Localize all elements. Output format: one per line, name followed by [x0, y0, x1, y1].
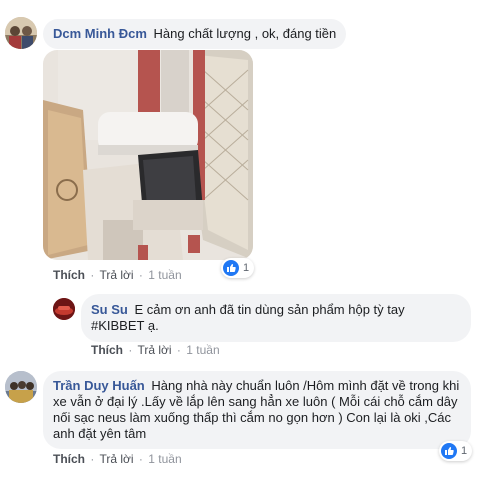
avatar[interactable]: [5, 17, 37, 49]
comment-actions: Thích · Trả lời · 1 tuần: [53, 452, 182, 466]
comment-author[interactable]: Dcm Minh Đcm: [53, 26, 147, 41]
reply-link[interactable]: Trả lời: [99, 452, 133, 466]
avatar[interactable]: [5, 371, 37, 403]
comment-bubble: Su Su E cảm ơn anh đã tin dùng sản phẩm …: [81, 294, 471, 342]
comment-bubble: Trần Duy Huấn Hàng nhà này chuẩn luôn /H…: [43, 371, 471, 449]
reaction-number: 1: [461, 445, 468, 457]
comment-time[interactable]: 1 tuần: [148, 268, 181, 282]
like-icon: [223, 260, 239, 276]
like-icon: [441, 443, 457, 459]
reply-link[interactable]: Trả lời: [137, 343, 171, 357]
reaction-count[interactable]: 1: [221, 258, 255, 278]
avatar-tran-icon: [5, 371, 37, 403]
avatar[interactable]: [53, 298, 75, 320]
comment-bubble: Dcm Minh Đcm Hàng chất lượng , ok, đáng …: [43, 19, 347, 49]
comment-time[interactable]: 1 tuần: [186, 343, 219, 357]
comment-time[interactable]: 1 tuần: [148, 452, 181, 466]
like-link[interactable]: Thích: [53, 452, 85, 466]
like-link[interactable]: Thích: [91, 343, 123, 357]
comment-author[interactable]: Su Su: [91, 302, 128, 317]
comment-text: E cảm ơn anh đã tin dùng sản phẩm hộp tỳ…: [91, 302, 405, 333]
like-link[interactable]: Thích: [53, 268, 85, 282]
comment-actions: Thích · Trả lời · 1 tuần: [91, 343, 220, 357]
comment-photo[interactable]: [43, 50, 253, 260]
comment-actions: Thích · Trả lời · 1 tuần: [53, 268, 182, 282]
avatar-dcm-icon: [5, 17, 37, 49]
avatar-susu-icon: [53, 298, 75, 320]
reply-link[interactable]: Trả lời: [99, 268, 133, 282]
comment-text: Hàng chất lượng , ok, đáng tiền: [153, 26, 337, 41]
comment-author[interactable]: Trần Duy Huấn: [53, 378, 145, 393]
car-armrest-photo-icon: [43, 50, 253, 260]
reaction-count[interactable]: 1: [439, 441, 473, 461]
reaction-number: 1: [243, 262, 250, 274]
